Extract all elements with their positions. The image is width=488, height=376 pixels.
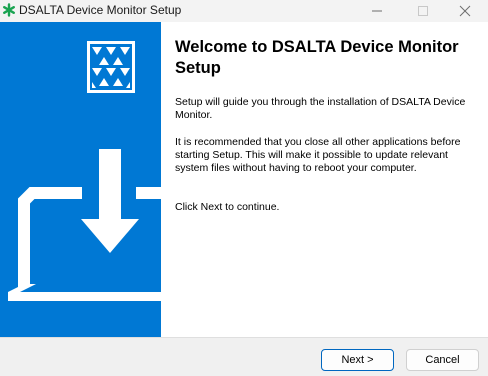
dsalta-logo-icon (87, 41, 135, 93)
title-bar[interactable]: DSALTA Device Monitor Setup (0, 0, 488, 22)
cancel-button[interactable]: Cancel (406, 349, 479, 371)
sidebar-graphics (8, 41, 161, 301)
recommendation-paragraph: It is recommended that you close all oth… (175, 136, 461, 174)
continue-instruction: Click Next to continue. (175, 201, 280, 213)
page-title: Welcome to DSALTA Device Monitor Setup (175, 38, 459, 77)
window-title: DSALTA Device Monitor Setup (19, 3, 182, 17)
installer-window: DSALTA Device Monitor Setup Welcome to D… (0, 0, 488, 376)
next-button[interactable]: Next > (321, 349, 394, 371)
minimize-icon (372, 10, 382, 12)
maximize-icon (418, 6, 428, 16)
welcome-content: Welcome to DSALTA Device Monitor Setup S… (161, 22, 488, 337)
intro-paragraph: Setup will guide you through the install… (175, 96, 466, 121)
app-icon (3, 3, 16, 17)
sidebar-banner (0, 22, 161, 337)
laptop-download-icon (8, 149, 161, 301)
maximize-button[interactable] (400, 0, 446, 22)
close-button[interactable] (442, 0, 488, 22)
minimize-button[interactable] (354, 0, 400, 22)
close-icon (459, 5, 471, 17)
